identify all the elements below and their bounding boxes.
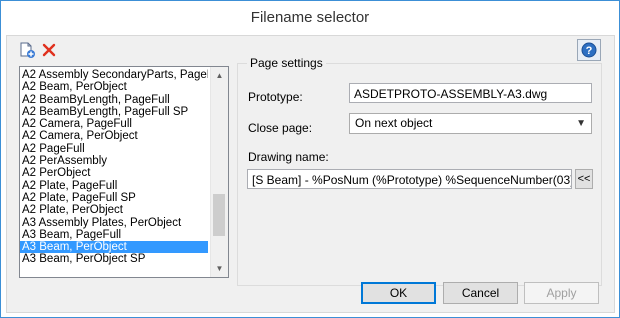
filename-list-items: A2 Assembly SecondaryParts, PageFull A2 B… [20,69,208,266]
delete-x-icon[interactable] [39,40,59,60]
list-item[interactable]: A2 Plate, PageFull [20,180,208,192]
drawing-name-label: Drawing name: [248,150,329,164]
close-page-label: Close page: [248,121,313,135]
list-item[interactable]: A2 PerAssembly [20,155,208,167]
list-item[interactable]: A2 Plate, PageFull SP [20,192,208,204]
list-item[interactable]: A2 Camera, PageFull [20,118,208,130]
cancel-button[interactable]: Cancel [443,282,518,304]
drawing-name-field[interactable]: [S Beam] - %PosNum (%Prototype) %Sequenc… [247,169,572,189]
list-item[interactable]: A3 Assembly Plates, PerObject [20,217,208,229]
chevron-down-icon: ▼ [576,118,586,129]
page-settings-title: Page settings [247,56,326,70]
list-item[interactable]: A2 Assembly SecondaryParts, PageFull [20,69,208,81]
close-page-select[interactable]: On next object ▼ [349,113,592,134]
svg-text:?: ? [586,45,593,57]
prototype-field[interactable]: ASDETPROTO-ASSEMBLY-A3.dwg [349,83,592,103]
list-item[interactable]: A2 Plate, PerObject [20,204,208,216]
list-item[interactable]: A3 Beam, PerObject [20,241,208,254]
window-title: Filename selector [250,9,370,26]
ok-button[interactable]: OK [361,282,436,304]
filename-selector-window: Filename selector ? A2 Assembly Secondar [0,0,620,318]
prototype-label: Prototype: [248,90,303,104]
apply-button[interactable]: Apply [524,282,599,304]
list-item[interactable]: A2 BeamByLength, PageFull [20,94,208,106]
list-item[interactable]: A2 PageFull [20,143,208,155]
new-document-icon[interactable] [17,40,37,60]
list-item[interactable]: A3 Beam, PerObject SP [20,253,208,265]
list-scrollbar[interactable]: ▲ ▼ [210,67,228,277]
help-icon[interactable]: ? [577,39,601,61]
list-item[interactable]: A2 PerObject [20,167,208,179]
insert-variable-button[interactable]: << [575,169,593,189]
list-item[interactable]: A3 Beam, PageFull [20,229,208,241]
list-item[interactable]: A2 BeamByLength, PageFull SP [20,106,208,118]
scroll-down-icon[interactable]: ▼ [211,260,228,277]
close-page-value: On next object [355,116,433,130]
scroll-thumb[interactable] [213,194,225,236]
filename-list[interactable]: A2 Assembly SecondaryParts, PageFull A2 B… [19,66,229,278]
dialog-client-area: ? A2 Assembly SecondaryParts, PageFull A2… [6,35,615,313]
list-item[interactable]: A2 Camera, PerObject [20,130,208,142]
list-item[interactable]: A2 Beam, PerObject [20,81,208,93]
scroll-up-icon[interactable]: ▲ [211,67,228,84]
